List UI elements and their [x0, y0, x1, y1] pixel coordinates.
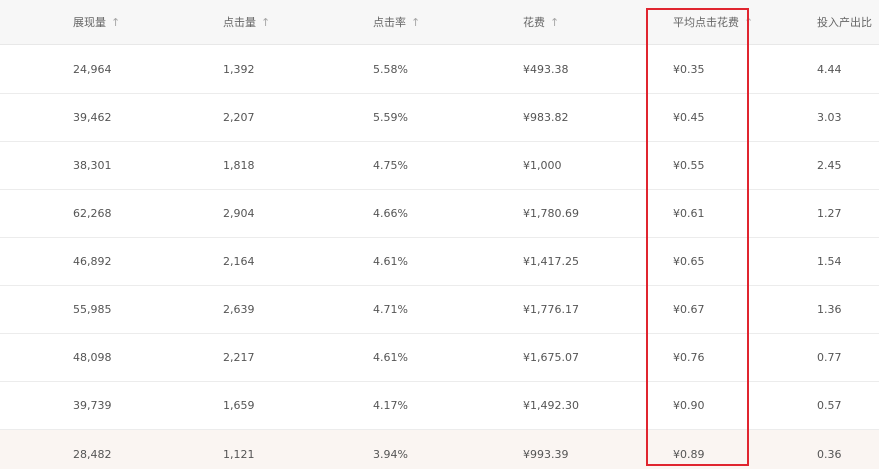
cell-click-rate: 4.66%: [373, 207, 408, 220]
cell-clicks: 1,818: [223, 159, 255, 172]
table-row[interactable]: 39,739 1,659 4.17% ¥1,492.30 ¥0.90 0.57: [0, 382, 879, 430]
cell-avg-click-cost: ¥0.61: [673, 207, 705, 220]
cell-roi: 0.57: [817, 399, 842, 412]
cell-roi: 0.36: [817, 447, 842, 461]
cell-click-rate: 3.94%: [373, 447, 408, 461]
sort-ascending-icon[interactable]: ↑: [111, 16, 120, 29]
table-header-row: 展现量 ↑ 点击量 ↑ 点击率 ↑ 花费 ↑ 平均点击花费 ↑ 投入产出比↑: [0, 0, 879, 45]
cell-clicks: 2,164: [223, 255, 255, 268]
cell-click-rate: 5.59%: [373, 111, 408, 124]
cell-roi: 1.27: [817, 207, 842, 220]
cell-impressions: 39,462: [73, 111, 112, 124]
cell-impressions: 39,739: [73, 399, 112, 412]
column-header-label: 点击率: [373, 16, 406, 29]
cell-impressions: 38,301: [73, 159, 112, 172]
column-header-click-rate[interactable]: 点击率 ↑: [373, 0, 420, 44]
cell-avg-click-cost: ¥0.67: [673, 303, 705, 316]
table-row[interactable]: 39,462 2,207 5.59% ¥983.82 ¥0.45 3.03: [0, 94, 879, 142]
table-row[interactable]: 46,892 2,164 4.61% ¥1,417.25 ¥0.65 1.54: [0, 238, 879, 286]
sort-ascending-icon[interactable]: ↑: [411, 16, 420, 29]
cell-clicks: 2,904: [223, 207, 255, 220]
table-row[interactable]: 28,482 1,121 3.94% ¥993.39 ¥0.89 0.36: [0, 430, 879, 469]
cell-clicks: 2,217: [223, 351, 255, 364]
column-header-label: 投入产出比: [817, 16, 872, 29]
cell-click-rate: 4.61%: [373, 351, 408, 364]
cell-roi: 2.45: [817, 159, 842, 172]
cell-impressions: 28,482: [73, 447, 112, 461]
cell-click-rate: 4.71%: [373, 303, 408, 316]
cell-cost: ¥493.38: [523, 63, 569, 76]
cell-cost: ¥1,492.30: [523, 399, 579, 412]
cell-clicks: 1,659: [223, 399, 255, 412]
cell-roi: 1.54: [817, 255, 842, 268]
cell-roi: 0.77: [817, 351, 842, 364]
cell-clicks: 1,392: [223, 63, 255, 76]
cell-impressions: 62,268: [73, 207, 112, 220]
cell-cost: ¥1,675.07: [523, 351, 579, 364]
cell-clicks: 2,207: [223, 111, 255, 124]
table-row[interactable]: 24,964 1,392 5.58% ¥493.38 ¥0.35 4.44: [0, 46, 879, 94]
cell-avg-click-cost: ¥0.76: [673, 351, 705, 364]
cell-avg-click-cost: ¥0.90: [673, 399, 705, 412]
cell-impressions: 55,985: [73, 303, 112, 316]
sort-ascending-icon[interactable]: ↑: [744, 16, 753, 29]
cell-cost: ¥1,417.25: [523, 255, 579, 268]
cell-avg-click-cost: ¥0.89: [673, 447, 705, 461]
sort-ascending-icon[interactable]: ↑: [550, 16, 559, 29]
table-row[interactable]: 55,985 2,639 4.71% ¥1,776.17 ¥0.67 1.36: [0, 286, 879, 334]
column-header-label: 平均点击花费: [673, 16, 739, 29]
table-row[interactable]: 48,098 2,217 4.61% ¥1,675.07 ¥0.76 0.77: [0, 334, 879, 382]
data-table: 展现量 ↑ 点击量 ↑ 点击率 ↑ 花费 ↑ 平均点击花费 ↑ 投入产出比↑ 24,964 1,392…: [0, 0, 879, 469]
cell-cost: ¥983.82: [523, 111, 569, 124]
column-header-label: 展现量: [73, 16, 106, 29]
cell-click-rate: 4.17%: [373, 399, 408, 412]
cell-avg-click-cost: ¥0.45: [673, 111, 705, 124]
cell-avg-click-cost: ¥0.35: [673, 63, 705, 76]
cell-clicks: 2,639: [223, 303, 255, 316]
cell-roi: 1.36: [817, 303, 842, 316]
column-header-impressions[interactable]: 展现量 ↑: [73, 0, 120, 44]
cell-clicks: 1,121: [223, 447, 255, 461]
cell-cost: ¥1,780.69: [523, 207, 579, 220]
table-row[interactable]: 62,268 2,904 4.66% ¥1,780.69 ¥0.61 1.27: [0, 190, 879, 238]
column-header-cost[interactable]: 花费 ↑: [523, 0, 559, 44]
sort-ascending-icon[interactable]: ↑: [261, 16, 270, 29]
cell-impressions: 24,964: [73, 63, 112, 76]
column-header-clicks[interactable]: 点击量 ↑: [223, 0, 270, 44]
cell-click-rate: 4.61%: [373, 255, 408, 268]
cell-impressions: 46,892: [73, 255, 112, 268]
cell-avg-click-cost: ¥0.55: [673, 159, 705, 172]
cell-impressions: 48,098: [73, 351, 112, 364]
column-header-label: 花费: [523, 16, 545, 29]
column-header-label: 点击量: [223, 16, 256, 29]
cell-click-rate: 5.58%: [373, 63, 408, 76]
cell-roi: 3.03: [817, 111, 842, 124]
cell-cost: ¥993.39: [523, 447, 569, 461]
cell-click-rate: 4.75%: [373, 159, 408, 172]
cell-cost: ¥1,776.17: [523, 303, 579, 316]
cell-cost: ¥1,000: [523, 159, 562, 172]
column-header-avg-click-cost[interactable]: 平均点击花费 ↑: [673, 0, 753, 44]
cell-roi: 4.44: [817, 63, 842, 76]
column-header-roi[interactable]: 投入产出比↑: [817, 0, 879, 44]
table-row[interactable]: 38,301 1,818 4.75% ¥1,000 ¥0.55 2.45: [0, 142, 879, 190]
cell-avg-click-cost: ¥0.65: [673, 255, 705, 268]
